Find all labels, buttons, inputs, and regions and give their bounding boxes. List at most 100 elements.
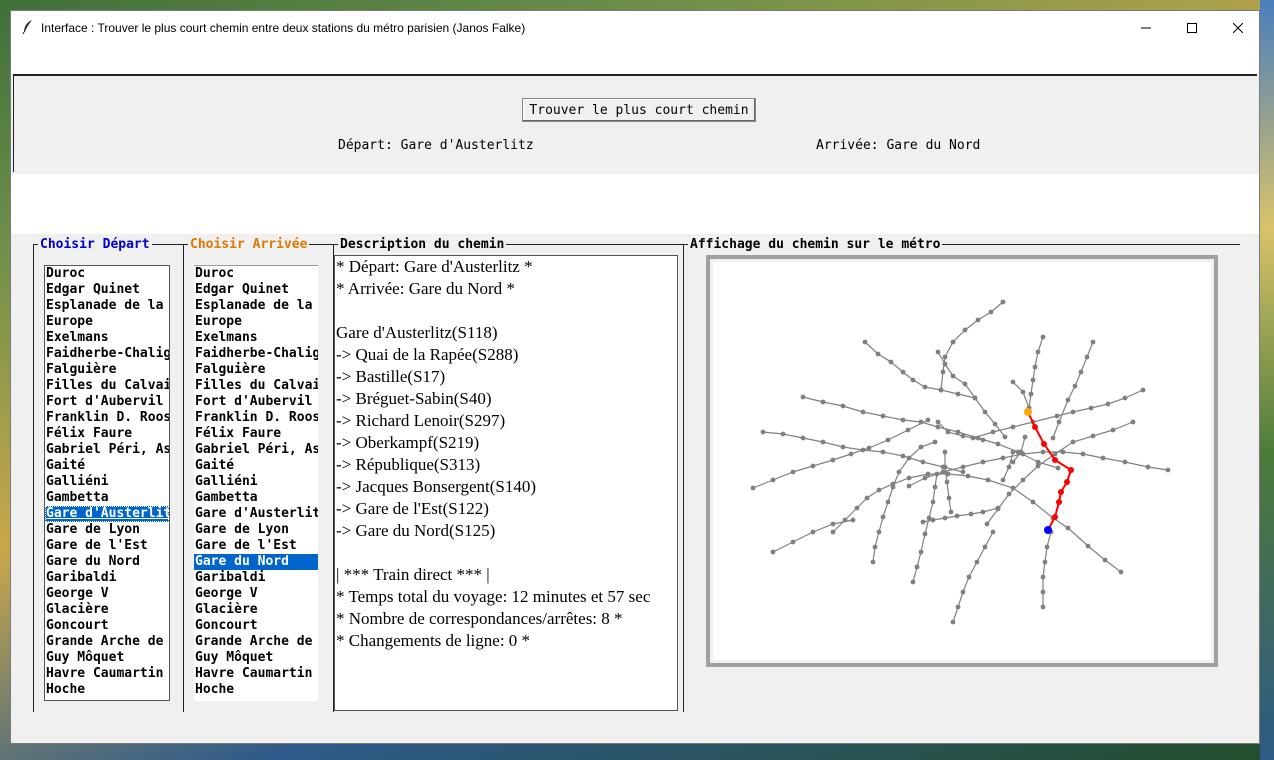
list-item[interactable]: Gare d'Austerlit — [45, 506, 169, 522]
metro-station — [962, 381, 968, 387]
metro-station — [950, 373, 956, 379]
list-item[interactable]: Fort d'Aubervil — [194, 394, 318, 410]
list-item[interactable]: Faidherbe-Chalig — [194, 346, 318, 362]
list-item[interactable]: Gare de Lyon — [45, 522, 169, 538]
list-item[interactable]: Félix Faure — [194, 426, 318, 442]
departure-legend: Choisir Départ — [38, 237, 152, 252]
list-item[interactable]: Gaité — [194, 458, 318, 474]
list-item[interactable]: Filles du Calvai — [194, 378, 318, 394]
list-item[interactable]: Europe — [194, 314, 318, 330]
top-spacer — [11, 45, 1259, 74]
metro-station — [1035, 349, 1041, 355]
metro-station — [922, 475, 928, 481]
departure-listbox[interactable]: Duroc Edgar Quinet Esplanade de la Europe Ex… — [44, 265, 170, 701]
metro-station — [1002, 434, 1008, 440]
metro-station — [876, 529, 882, 535]
route-station — [1052, 514, 1058, 520]
list-item[interactable]: Galliéni — [194, 474, 318, 490]
list-item[interactable]: Grande Arche de — [45, 634, 169, 650]
list-item[interactable]: Garibaldi — [45, 570, 169, 586]
list-item[interactable]: Garibaldi — [194, 570, 318, 586]
metro-station — [1084, 354, 1090, 360]
list-item[interactable]: Esplanade de la — [194, 298, 318, 314]
metro-station — [1080, 451, 1086, 457]
list-item[interactable]: Europe — [45, 314, 169, 330]
metro-station — [862, 339, 868, 345]
list-item[interactable]: Edgar Quinet — [45, 282, 169, 298]
list-item[interactable]: Franklin D. Roos — [194, 410, 318, 426]
metro-station — [1078, 369, 1084, 375]
metro-station — [1055, 465, 1061, 471]
list-item[interactable]: Gabriel Péri, As — [45, 442, 169, 458]
metro-station — [935, 419, 941, 425]
metro-station — [1030, 377, 1036, 383]
list-item[interactable]: Goncourt — [194, 618, 318, 634]
metro-station — [995, 441, 1001, 447]
metro-map-canvas[interactable] — [713, 262, 1211, 660]
list-item[interactable]: George V — [45, 586, 169, 602]
list-item[interactable]: Exelmans — [45, 330, 169, 346]
list-item[interactable]: Hoche — [194, 682, 318, 698]
list-item[interactable]: Gare d'Austerlit — [194, 506, 318, 522]
list-item[interactable]: Franklin D. Roos — [45, 410, 169, 426]
metro-station — [968, 511, 974, 517]
description-line: * Nombre de correspondances/arrêtes: 8 * — [336, 609, 623, 628]
list-item[interactable]: Filles du Calvai — [45, 378, 169, 394]
list-item[interactable]: Falguière — [45, 362, 169, 378]
metro-station — [992, 421, 998, 427]
minimize-button[interactable] — [1123, 11, 1169, 45]
list-item[interactable]: Galliéni — [45, 474, 169, 490]
metro-station — [906, 483, 912, 489]
title-bar[interactable]: Interface : Trouver le plus court chemin… — [11, 11, 1259, 45]
list-item[interactable]: Glacière — [45, 602, 169, 618]
description-line: * Départ: Gare d'Austerlitz * — [336, 257, 533, 276]
list-item[interactable]: George V — [194, 586, 318, 602]
list-item[interactable]: Gare du Nord — [194, 554, 318, 570]
list-item[interactable]: Grande Arche de — [194, 634, 318, 650]
list-item[interactable]: Hoche — [45, 682, 169, 698]
arrival-listbox[interactable]: Duroc Edgar Quinet Esplanade de la Europe Ex… — [194, 265, 318, 701]
metro-station — [1042, 559, 1048, 565]
list-item[interactable]: Gabriel Péri, As — [194, 442, 318, 458]
list-item[interactable]: Glacière — [194, 602, 318, 618]
list-item[interactable]: Exelmans — [194, 330, 318, 346]
metro-station — [1085, 543, 1091, 549]
metro-station — [955, 604, 961, 610]
list-item[interactable]: Edgar Quinet — [194, 282, 318, 298]
list-item[interactable]: Fort d'Aubervil — [45, 394, 169, 410]
list-item[interactable]: Duroc — [194, 266, 318, 282]
list-item[interactable]: Gare de l'Est — [45, 538, 169, 554]
metro-station — [840, 444, 846, 450]
route-end-station — [1044, 526, 1052, 534]
list-item[interactable]: Guy Môquet — [194, 650, 318, 666]
list-item[interactable]: Gaité — [45, 458, 169, 474]
list-item[interactable]: Gare de l'Est — [194, 538, 318, 554]
list-item[interactable]: Gambetta — [194, 490, 318, 506]
main-area: Choisir Départ Duroc Edgar Quinet Esplanad… — [29, 234, 1241, 714]
list-item[interactable]: Falguière — [194, 362, 318, 378]
close-icon — [1233, 23, 1243, 33]
list-item[interactable]: Duroc — [45, 266, 169, 282]
list-item[interactable]: Havre Caumartin — [45, 666, 169, 682]
departure-label: Départ: Gare d'Austerlitz — [338, 138, 534, 153]
metro-station — [880, 514, 886, 520]
list-item[interactable]: Goncourt — [45, 618, 169, 634]
list-item[interactable]: Havre Caumartin — [194, 666, 318, 682]
metro-station — [1065, 525, 1071, 531]
list-item[interactable]: Esplanade de la — [45, 298, 169, 314]
list-item[interactable]: Faidherbe-Chalig — [45, 346, 169, 362]
metro-station — [830, 529, 836, 535]
metro-station — [982, 409, 988, 415]
metro-station — [800, 435, 806, 441]
list-item[interactable]: Félix Faure — [45, 426, 169, 442]
list-item[interactable]: Gare de Lyon — [194, 522, 318, 538]
close-button[interactable] — [1215, 11, 1261, 45]
description-textbox[interactable]: * Départ: Gare d'Austerlitz * * Arrivée: … — [334, 255, 678, 711]
list-item[interactable]: Gambetta — [45, 490, 169, 506]
maximize-button[interactable] — [1169, 11, 1215, 45]
list-item[interactable]: Gare du Nord — [45, 554, 169, 570]
find-shortest-path-button[interactable]: Trouver le plus court chemin — [522, 98, 756, 122]
list-item[interactable]: Guy Môquet — [45, 650, 169, 666]
metro-station — [972, 395, 978, 401]
metro-station — [944, 479, 950, 485]
